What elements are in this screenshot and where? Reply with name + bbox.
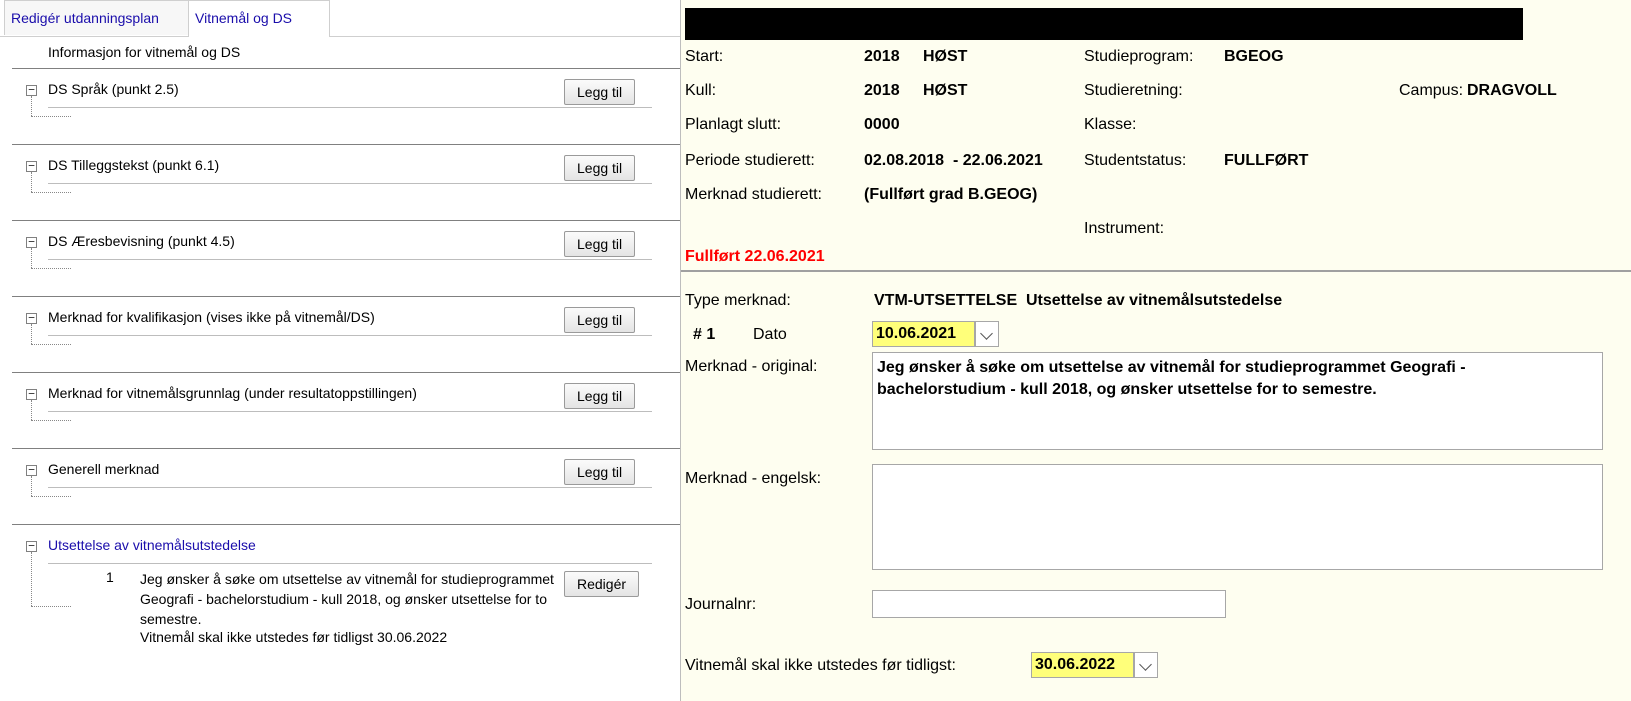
tab-rediger-utdanningsplan[interactable]: Redigér utdanningsplan [4, 0, 194, 35]
kull-year: 2018 [864, 82, 900, 99]
info-heading: Informasjon for vitnemål og DS [48, 44, 241, 60]
campus-label: Campus: [1399, 82, 1464, 99]
tree-connector [31, 400, 32, 420]
tree-connector [31, 116, 71, 117]
tree-connector [31, 496, 71, 497]
section-ds-aeresbevisning: − DS Æresbevisning (punkt 4.5) Legg til [12, 220, 680, 297]
tree-connector [31, 172, 32, 192]
section-title: Merknad for vitnemålsgrunnlag (under res… [48, 385, 417, 401]
tree-connector [31, 344, 71, 345]
fullfort-status: Fullført 22.06.2021 [685, 248, 825, 265]
studieprogram-label: Studieprogram: [1084, 48, 1194, 65]
merknad-original-textarea[interactable]: Jeg ønsker å søke om utsettelse av vitne… [872, 352, 1603, 450]
section-title: DS Språk (punkt 2.5) [48, 81, 179, 97]
add-button[interactable]: Legg til [564, 79, 636, 105]
section-divider [681, 270, 1631, 272]
journalnr-label: Journalnr: [685, 596, 757, 613]
item-note: Vitnemål skal ikke utstedes før tidligst… [140, 629, 448, 645]
tab-strip: Redigér utdanningsplan Vitnemål og DS [0, 0, 680, 37]
periode-studierett-value: 02.08.2018 - 22.06.2021 [864, 152, 1043, 169]
divider [48, 183, 652, 184]
add-button[interactable]: Legg til [564, 155, 636, 181]
studentstatus-label: Studentstatus: [1084, 152, 1187, 169]
kull-label: Kull: [685, 82, 717, 99]
add-button[interactable]: Legg til [564, 307, 636, 333]
studentstatus-value: FULLFØRT [1224, 152, 1309, 169]
section-generell-merknad: − Generell merknad Legg til [12, 448, 680, 525]
add-button[interactable]: Legg til [564, 459, 636, 485]
collapse-icon[interactable]: − [26, 464, 37, 476]
section-title: Generell merknad [48, 461, 160, 477]
journalnr-input[interactable] [872, 590, 1226, 618]
divider [48, 487, 652, 488]
collapse-icon[interactable]: − [26, 388, 37, 400]
section-merknad-vitnemalsgrunnlag: − Merknad for vitnemålsgrunnlag (under r… [12, 372, 680, 449]
item-text: Jeg ønsker å søke om utsettelse av vitne… [140, 571, 554, 627]
section-title: DS Æresbevisning (punkt 4.5) [48, 233, 235, 249]
periode-studierett-label: Periode studierett: [685, 152, 815, 169]
edit-button[interactable]: Redigér [564, 571, 640, 597]
section-title: Utsettelse av vitnemålsutstedelse [48, 537, 256, 553]
start-term: HØST [923, 48, 968, 65]
vitnemal-label: Vitnemål skal ikke utstedes før tidligst… [685, 657, 956, 674]
divider [48, 107, 652, 108]
tree-connector [31, 420, 71, 421]
tree-connector [31, 96, 32, 116]
tree-connector [31, 268, 71, 269]
divider [48, 563, 652, 564]
kull-term: HØST [923, 82, 968, 99]
add-button[interactable]: Legg til [564, 231, 636, 257]
merknad-engelsk-textarea[interactable] [872, 464, 1603, 570]
tree-connector [31, 192, 71, 193]
divider [48, 259, 652, 260]
tree-connector [31, 324, 32, 344]
merknad-studierett-label: Merknad studierett: [685, 186, 822, 203]
merknad-studierett-value: (Fullført grad B.GEOG) [864, 186, 1038, 203]
studieprogram-value: BGEOG [1224, 48, 1284, 65]
planlagt-slutt-label: Planlagt slutt: [685, 116, 782, 133]
section-title: DS Tilleggstekst (punkt 6.1) [48, 157, 220, 173]
collapse-icon[interactable]: − [26, 236, 37, 248]
tree-connector [31, 476, 32, 496]
dato-label: Dato [753, 326, 787, 343]
record-number: # 1 [693, 326, 716, 343]
divider [48, 411, 652, 412]
type-merknad-value: VTM-UTSETTELSE Utsettelse av vitnemålsut… [874, 292, 1283, 309]
section-utsettelse: − Utsettelse av vitnemålsutstedelse 1 Je… [12, 524, 680, 675]
merknad-original-label: Merknad - original: [685, 358, 818, 375]
tab-vitnemal-og-ds[interactable]: Vitnemål og DS [188, 0, 330, 37]
campus-value: DRAGVOLL [1467, 82, 1557, 99]
vitnemal-date-field[interactable]: 30.06.2022 [1031, 652, 1134, 678]
instrument-label: Instrument: [1084, 220, 1165, 237]
redacted-bar [685, 8, 1523, 40]
start-year: 2018 [864, 48, 900, 65]
vitnemal-dropdown-icon[interactable] [1134, 652, 1158, 678]
collapse-icon[interactable]: − [26, 312, 37, 324]
section-title: Merknad for kvalifikasjon (vises ikke på… [48, 309, 375, 325]
start-label: Start: [685, 48, 724, 65]
collapse-icon[interactable]: − [26, 84, 37, 96]
merknad-engelsk-label: Merknad - engelsk: [685, 470, 822, 487]
tree-connector [31, 606, 71, 607]
dato-dropdown-icon[interactable] [975, 321, 999, 347]
divider [48, 335, 652, 336]
collapse-icon[interactable]: − [26, 160, 37, 172]
add-button[interactable]: Legg til [564, 383, 636, 409]
section-merknad-kvalifikasjon: − Merknad for kvalifikasjon (vises ikke … [12, 296, 680, 373]
studieretning-label: Studieretning: [1084, 82, 1183, 99]
dato-field[interactable]: 10.06.2021 [872, 321, 975, 347]
tree-connector [31, 552, 32, 606]
left-pane: Redigér utdanningsplan Vitnemål og DS In… [0, 0, 680, 701]
section-ds-tilleggstekst: − DS Tilleggstekst (punkt 6.1) Legg til [12, 144, 680, 221]
item-number: 1 [106, 569, 114, 585]
section-ds-sprak: − DS Språk (punkt 2.5) Legg til [12, 68, 680, 145]
tree-connector [31, 248, 32, 268]
klasse-label: Klasse: [1084, 116, 1137, 133]
right-pane: Start: Kull: Planlagt slutt: Periode stu… [681, 0, 1631, 701]
collapse-icon[interactable]: − [26, 540, 37, 552]
type-merknad-label: Type merknad: [685, 292, 791, 309]
planlagt-slutt-value: 0000 [864, 116, 900, 133]
